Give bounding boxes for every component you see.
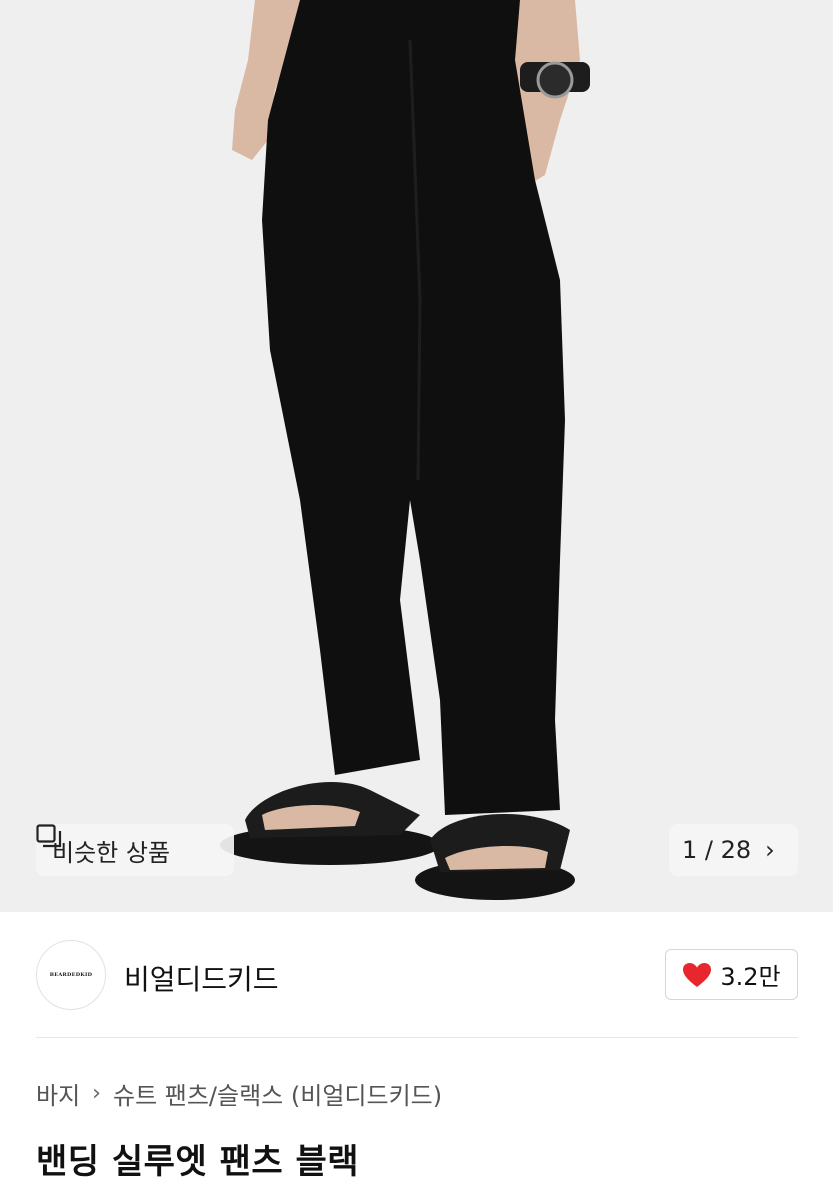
like-count: 3.2만 [720,963,781,991]
seller-avatar[interactable]: BEARDEDKID [36,940,106,1010]
product-photo-illustration [0,0,833,912]
divider [36,1037,798,1038]
breadcrumb: 바지 › 슈트 팬츠/슬랙스 (비얼디드키드) [36,1076,442,1111]
image-counter: 1 / 28 [682,836,752,864]
product-title: 밴딩 실루엣 팬츠 블랙 [36,1142,360,1182]
heart-icon [683,962,712,987]
image-counter-button[interactable]: 1 / 28 › [669,824,798,876]
seller-name[interactable]: 비얼디드키드 [124,958,279,998]
breadcrumb-item-subcategory[interactable]: 슈트 팬츠/슬랙스 (비얼디드키드) [113,1076,442,1111]
seller-row: BEARDEDKID 비얼디드키드 3.2만 [36,940,798,1010]
seller-logo: BEARDEDKID [49,972,93,978]
similar-items-button[interactable]: 비슷한 상품 [36,824,234,876]
chevron-right-icon: › [765,836,775,864]
product-image[interactable]: 비슷한 상품 1 / 28 › [0,0,833,912]
breadcrumb-item-category[interactable]: 바지 [36,1076,80,1111]
like-button[interactable]: 3.2만 [665,949,798,1000]
chevron-right-icon: › [92,1081,101,1106]
copy-icon [36,824,62,848]
similar-items-label: 비슷한 상품 [52,838,171,867]
